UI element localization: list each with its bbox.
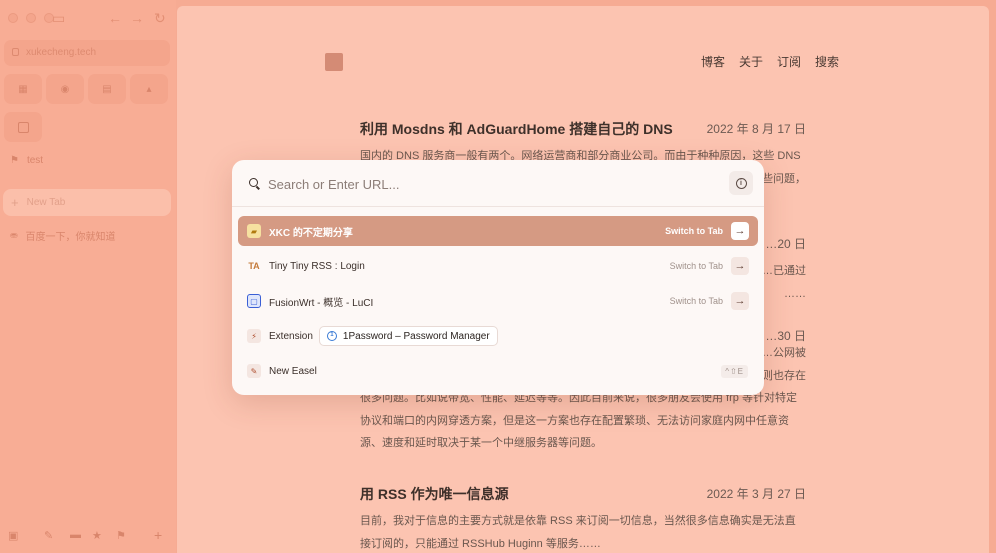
post-date: 2022 年 8 月 17 日 — [706, 122, 806, 136]
nav-about[interactable]: 关于 — [739, 53, 763, 70]
search-icon — [249, 178, 258, 187]
result-item[interactable]: TA Tiny Tiny RSS : Login Switch to Tab → — [238, 251, 758, 281]
new-easel-item[interactable]: ✎ New Easel ^⇧E — [238, 356, 758, 386]
pinned-tab[interactable]: ▦ — [4, 74, 42, 104]
url-bar[interactable]: xukecheng.tech — [4, 40, 170, 66]
result-title: Tiny Tiny RSS : Login — [269, 260, 365, 272]
command-palette: i ▰ XKC 的不定期分享 Switch to Tab → TA Tiny T… — [232, 160, 764, 395]
excerpt-line: 源、速度和延时取决于某一个中继服务器等问题。 — [360, 437, 602, 449]
forward-icon[interactable]: → — [130, 10, 144, 26]
pinned-favorites: ▦ ◉ ▤ ▴ — [4, 74, 168, 104]
star-icon[interactable]: ★ — [92, 529, 102, 542]
blog-post: 用 RSS 作为唯一信息源 2022 年 3 月 27 日 目前，我对于信息的主… — [360, 484, 806, 553]
favicon-icon: ▢ — [247, 294, 261, 308]
info-icon: i — [735, 177, 747, 189]
reload-icon[interactable]: ↻ — [154, 10, 166, 26]
arrow-right-icon[interactable]: → — [731, 257, 749, 275]
excerpt-line: 协议和端口的内网穿透方案，但是这一方案也存在配置繁琐、无法访问家庭内网中任意资 — [360, 414, 789, 427]
add-icon[interactable]: + — [154, 527, 162, 543]
result-item[interactable]: ▰ XKC 的不定期分享 Switch to Tab → — [238, 216, 758, 246]
favicon-icon: TA — [248, 261, 260, 271]
excerpt-line: 接订阅的，只能通过 RSSHub Huginn 等服务…… — [360, 537, 601, 550]
switch-to-tab-label: Switch to Tab — [665, 226, 723, 236]
excerpt-line: 目前，我对于信息的主要方式就是依靠 RSS 来订阅一切信息，当然很多信息确实是无… — [360, 515, 796, 527]
arrow-right-icon[interactable]: → — [731, 292, 749, 310]
url-text: xukecheng.tech — [26, 47, 97, 58]
extension-chip[interactable]: 1 1Password – Password Manager — [318, 326, 498, 346]
extension-item[interactable]: ⚡ Extension 1 1Password – Password Manag… — [238, 321, 758, 351]
sidebar-toggle-icon[interactable]: ▭ — [52, 10, 65, 26]
minimize-window-button[interactable] — [26, 13, 36, 23]
app-icon — [17, 121, 29, 133]
lock-icon — [12, 48, 19, 56]
onepassword-icon: 1 — [326, 331, 337, 341]
extension-icon: ⚡ — [247, 329, 261, 343]
archive-icon[interactable]: ▬ — [70, 529, 81, 541]
nav-search[interactable]: 搜索 — [815, 53, 839, 70]
new-tab-label: New Tab — [26, 197, 66, 208]
site-logo[interactable] — [325, 53, 343, 71]
result-title: XKC 的不定期分享 — [269, 227, 353, 239]
post-excerpt: 目前，我对于信息的主要方式就是依靠 RSS 来订阅一切信息，当然很多信息确实是无… — [360, 510, 806, 553]
extension-name: 1Password – Password Manager — [342, 330, 490, 342]
sidebar-folder[interactable]: ⚑ test — [10, 155, 43, 166]
nav-subscribe[interactable]: 订阅 — [777, 53, 801, 70]
pinned-tab[interactable]: ▤ — [88, 74, 126, 104]
baidu-icon: ⛂ — [10, 230, 18, 240]
site-nav: 博客 关于 订阅 搜索 — [701, 53, 839, 70]
new-tab-button[interactable]: + New Tab — [3, 189, 171, 216]
easel-icon[interactable]: ✎ — [44, 529, 53, 542]
flag-icon: ⚑ — [10, 155, 19, 166]
pinned-tab[interactable]: ▴ — [130, 74, 168, 104]
plus-icon: + — [11, 195, 19, 210]
result-title: FusionWrt - 概览 - LuCI — [269, 297, 374, 309]
sidebar-footer: ▣ ✎ ▬ ★ ⚑ + — [0, 527, 176, 547]
new-easel-label: New Easel — [269, 365, 317, 377]
back-icon[interactable]: ← — [108, 10, 122, 26]
arrow-right-icon[interactable]: → — [731, 222, 749, 240]
folder-label: test — [26, 155, 44, 166]
easel-icon: ✎ — [247, 364, 261, 378]
pinned-tab[interactable] — [4, 112, 42, 142]
info-button[interactable]: i — [729, 171, 753, 195]
sidebar-tab[interactable]: ⛂ 百度一下，你就知道 — [10, 228, 116, 243]
switch-to-tab-label: Switch to Tab — [669, 296, 723, 306]
palette-search-row: i — [232, 160, 764, 207]
nav-blog[interactable]: 博客 — [701, 53, 725, 70]
post-date: 2022 年 3 月 27 日 — [706, 487, 806, 501]
close-window-button[interactable] — [8, 13, 18, 23]
result-item[interactable]: ▢ FusionWrt - 概览 - LuCI Switch to Tab → — [238, 286, 758, 316]
sidebar: ▭ ← → ↻ xukecheng.tech ▦ ◉ ▤ ▴ ⚑ test + … — [0, 0, 176, 553]
post-date: …20 日 — [765, 237, 806, 251]
extension-label: Extension — [269, 330, 313, 342]
pinned-tab[interactable]: ◉ — [46, 74, 84, 104]
window-controls — [8, 13, 54, 23]
search-input[interactable] — [268, 174, 708, 194]
favicon-icon: ▰ — [247, 224, 261, 238]
keyboard-shortcut: ^⇧E — [721, 364, 748, 378]
library-icon[interactable]: ▣ — [8, 529, 18, 542]
tab-title: 百度一下，你就知道 — [25, 232, 116, 243]
switch-to-tab-label: Switch to Tab — [669, 261, 723, 271]
flag-icon[interactable]: ⚑ — [116, 529, 126, 542]
post-date: …30 日 — [765, 329, 806, 343]
